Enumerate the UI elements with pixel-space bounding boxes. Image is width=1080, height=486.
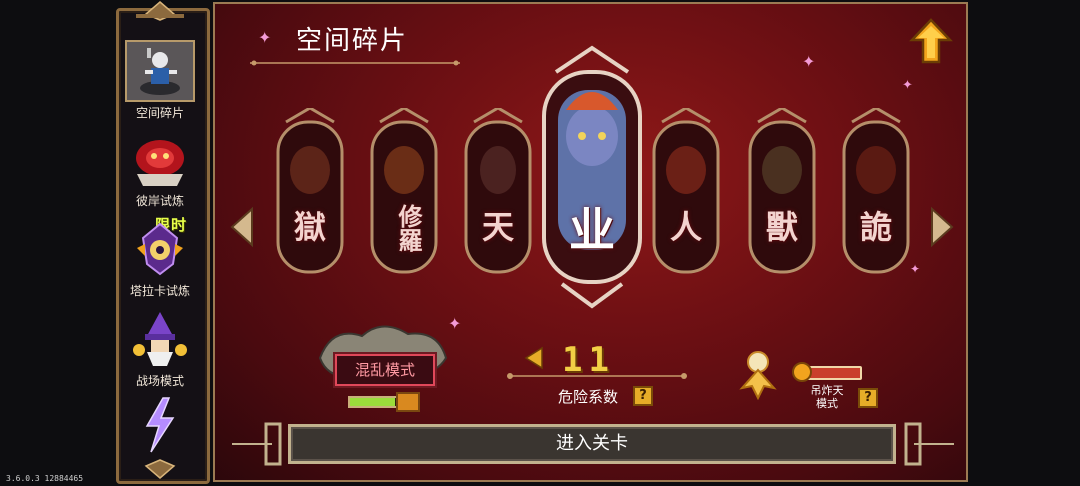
enter-left-ornament	[232, 422, 282, 466]
fragment-card-karma-selected[interactable]: 业	[536, 44, 648, 310]
ornate-frame	[842, 106, 910, 274]
ornate-frame	[542, 45, 642, 309]
danger-help-icon[interactable]: ?	[633, 386, 653, 406]
fragment-card-ghost[interactable]: 詭	[838, 106, 914, 280]
fragment-card-human[interactable]: 人	[648, 106, 724, 280]
enter-level-button[interactable]: 进入关卡	[288, 424, 896, 464]
ornate-frame	[748, 106, 816, 274]
portal-warrior-icon	[125, 40, 195, 102]
wizard-icon	[125, 308, 195, 370]
ornate-frame	[370, 106, 438, 274]
fragment-card-heaven[interactable]: 天	[460, 106, 536, 280]
sidebar-item-space-fragments[interactable]: 空间碎片	[120, 40, 200, 121]
lightning-icon	[125, 396, 195, 458]
prev-arrow-icon[interactable]	[228, 205, 258, 249]
enter-right-ornament	[904, 422, 954, 466]
next-arrow-icon[interactable]	[926, 205, 956, 249]
return-arrow-icon[interactable]	[908, 18, 954, 66]
sparkle-icon: ✦	[258, 28, 272, 47]
fragment-card-beast[interactable]: 獸	[744, 106, 820, 280]
hanging-mode-label: 吊炸天 模式	[800, 384, 854, 410]
sidebar-bottom-ornament	[144, 459, 176, 479]
sidebar-item-taraka-trial[interactable]: 塔拉卡试炼	[120, 218, 200, 299]
taraka-crest-icon	[125, 218, 195, 280]
chaos-slider-knob[interactable]	[396, 392, 420, 412]
card-glyph: 修羅	[394, 204, 423, 252]
decrease-arrow-icon[interactable]	[524, 346, 544, 370]
card-glyph: 天	[481, 208, 514, 246]
card-glyph: 业	[569, 203, 615, 257]
sidebar-item-label: 塔拉卡试炼	[129, 284, 190, 298]
page-title: 空间碎片	[296, 26, 409, 56]
card-glyph: 獸	[765, 208, 798, 246]
version-label: 3.6.0.3 12884465	[6, 474, 84, 483]
ornate-frame	[464, 106, 532, 274]
card-glyph: 詭	[859, 208, 892, 246]
explosion-icon	[739, 351, 777, 400]
game-screen: 空间碎片 彼岸试炼 限时 塔拉卡试炼 战场模式 空间碎片 ✦ ✦ ✦ ✦ ✦ 獄…	[0, 0, 1080, 486]
hanging-mode-toggle-knob[interactable]	[792, 362, 812, 382]
hanging-mode-label-line2: 模式	[816, 397, 838, 410]
hanging-mode-label-line1: 吊炸天	[810, 384, 844, 397]
sidebar-item-other-shore-trial[interactable]: 彼岸试炼	[120, 128, 200, 209]
chaos-mode-button[interactable]: 混乱模式	[335, 354, 435, 386]
sidebar-item-lightning-mode[interactable]	[120, 396, 200, 458]
hanging-mode-help-icon[interactable]: ?	[858, 388, 878, 408]
card-glyph: 人	[669, 208, 702, 246]
ornate-frame	[276, 106, 344, 274]
red-spirit-icon	[125, 128, 195, 190]
fragment-card-hell[interactable]: 獄	[272, 106, 348, 280]
danger-level-label: 危险系数	[558, 388, 619, 406]
sidebar-item-label: 战场模式	[135, 374, 184, 388]
chaos-slider-fill	[350, 398, 395, 406]
title-underline	[250, 60, 460, 66]
sidebar-item-label: 彼岸试炼	[135, 194, 184, 208]
danger-underline	[507, 373, 687, 379]
sparkle-icon: ✦	[902, 78, 913, 93]
card-glyph: 獄	[293, 208, 326, 246]
sidebar-crest-ornament	[136, 1, 184, 21]
sidebar-item-label: 空间碎片	[135, 106, 184, 120]
ornate-frame	[652, 106, 720, 274]
sparkle-icon: ✦	[802, 52, 816, 71]
fragment-card-asura[interactable]: 修羅	[366, 106, 442, 280]
sidebar-item-battlefield-mode[interactable]: 战场模式	[120, 308, 200, 389]
